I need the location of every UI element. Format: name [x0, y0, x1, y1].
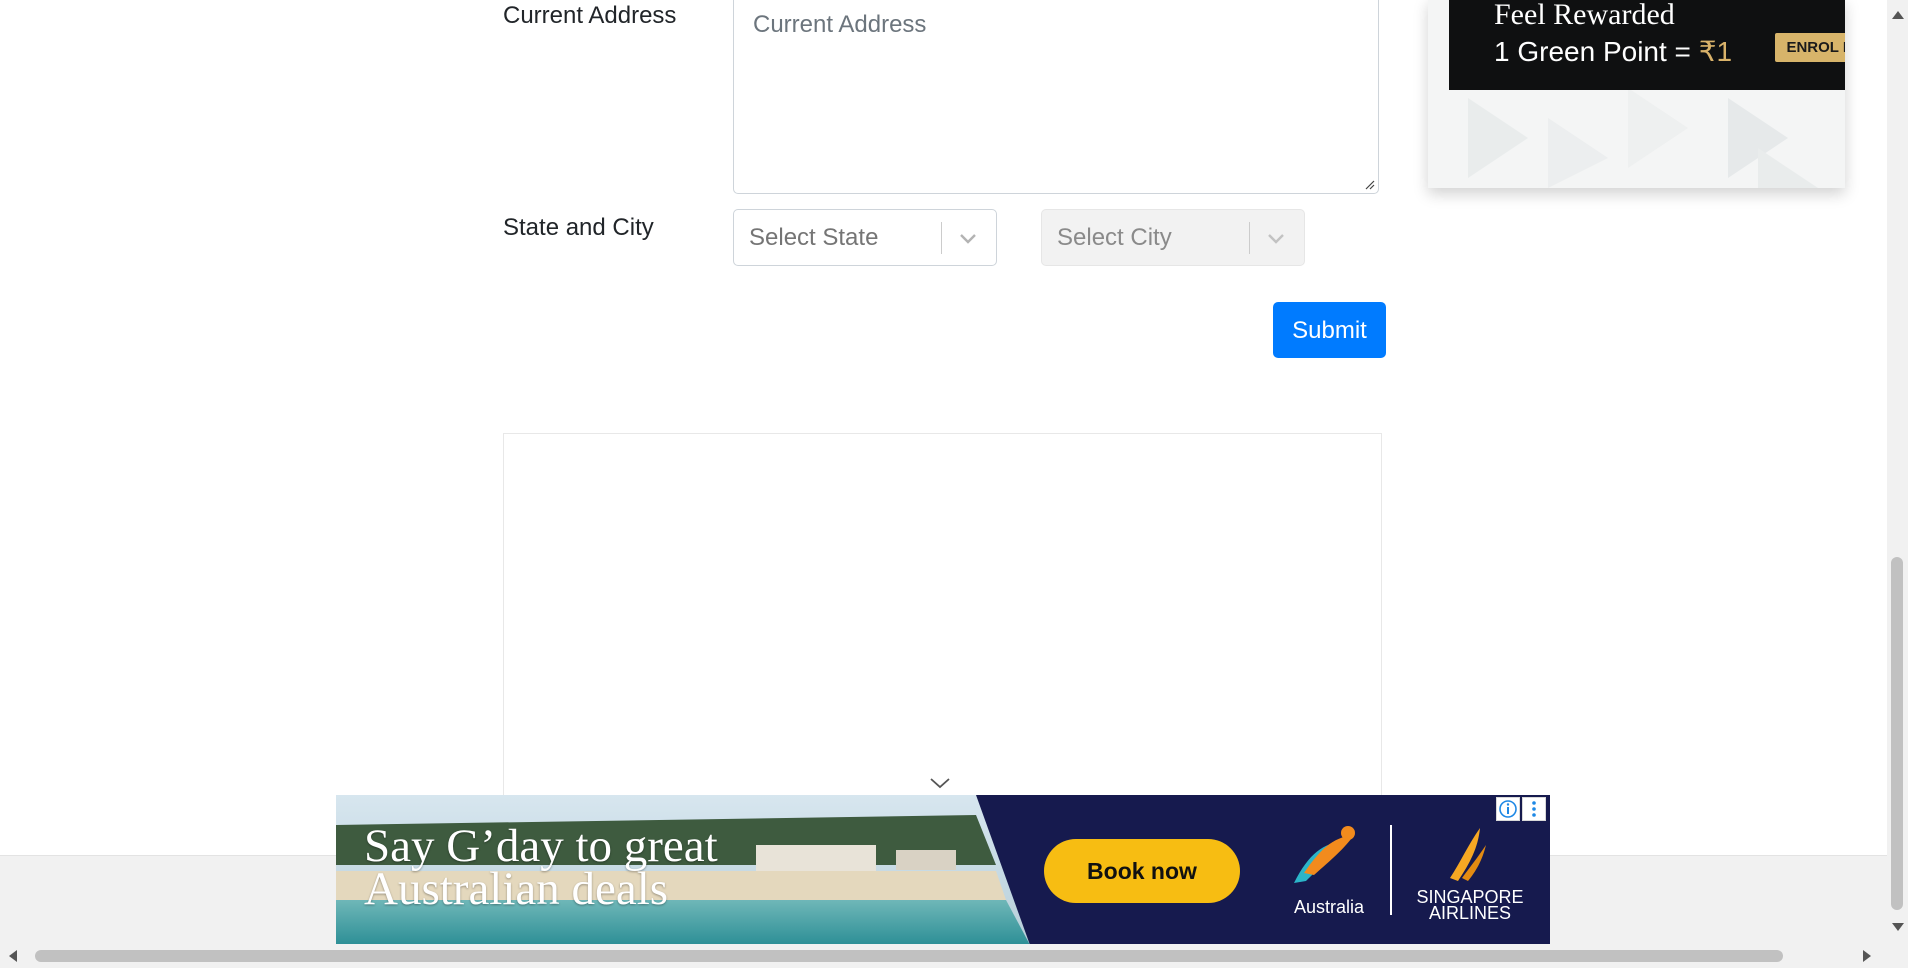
brand2-line2: AIRLINES: [1428, 903, 1512, 923]
vertical-scrollbar-thumb[interactable]: [1891, 557, 1903, 910]
rewards-ad-title: Feel Rewarded: [1494, 0, 1675, 31]
scroll-up-arrow-icon[interactable]: [1891, 10, 1905, 20]
rewards-ad-strip: Feel Rewarded 1 Green Point = ₹1 ENROL N…: [1449, 0, 1845, 90]
kangaroo-logo-icon: [1294, 826, 1355, 883]
select-city-dropdown[interactable]: Select City: [1041, 209, 1305, 266]
horizontal-scrollbar-thumb[interactable]: [35, 950, 1783, 962]
dropdown-separator: [1249, 222, 1250, 254]
rewards-ad-subtitle-value: ₹1: [1698, 36, 1733, 67]
australia-brand-text: Australia: [1294, 897, 1365, 917]
resize-grip-icon[interactable]: [1365, 180, 1375, 190]
ad-headline-line2: Australian deals: [364, 863, 669, 915]
ad-options-icon[interactable]: [1522, 797, 1546, 821]
ad-info-icon[interactable]: [1496, 797, 1520, 821]
scroll-right-arrow-icon[interactable]: [1862, 949, 1872, 963]
vertical-scrollbar[interactable]: [1887, 0, 1908, 944]
scroll-down-arrow-icon[interactable]: [1891, 922, 1905, 932]
select-state-dropdown[interactable]: Select State: [733, 209, 997, 266]
page-content: Current Address Current Address State an…: [0, 0, 1887, 944]
scroll-left-arrow-icon[interactable]: [8, 949, 18, 963]
rewards-ad-banner[interactable]: Feel Rewarded 1 Green Point = ₹1 ENROL N…: [1428, 0, 1845, 188]
current-address-textarea[interactable]: Current Address: [733, 0, 1379, 194]
brand-divider: [1390, 825, 1392, 915]
ad-headline: Say G’day to great Australian deals: [364, 820, 718, 915]
rewards-ad-subtitle: 1 Green Point = ₹1: [1494, 35, 1732, 68]
chevron-down-icon[interactable]: [956, 226, 980, 250]
singapore-airlines-brand-text: SINGAPORE AIRLINES: [1410, 888, 1530, 923]
select-state-placeholder: Select State: [749, 224, 879, 251]
ad-headline-line1: Say G’day to great: [364, 820, 718, 872]
submit-button[interactable]: Submit: [1273, 302, 1386, 358]
horizontal-scrollbar[interactable]: [0, 944, 1908, 968]
current-address-placeholder: Current Address: [753, 11, 927, 38]
airline-ad-banner[interactable]: Say G’day to great Australian deals Book…: [336, 795, 1550, 944]
select-city-placeholder: Select City: [1057, 224, 1172, 251]
rewards-ad-subtitle-prefix: 1 Green Point =: [1494, 36, 1699, 67]
book-now-button[interactable]: Book now: [1044, 839, 1240, 903]
expand-chevron-icon[interactable]: [929, 775, 951, 791]
enrol-now-button[interactable]: ENROL NOW: [1775, 33, 1845, 62]
current-address-label: Current Address: [503, 2, 677, 29]
chevron-down-icon[interactable]: [1264, 226, 1288, 250]
dropdown-separator: [941, 222, 942, 254]
state-and-city-label: State and City: [503, 214, 654, 241]
singapore-airlines-logo-icon: [1450, 828, 1486, 881]
